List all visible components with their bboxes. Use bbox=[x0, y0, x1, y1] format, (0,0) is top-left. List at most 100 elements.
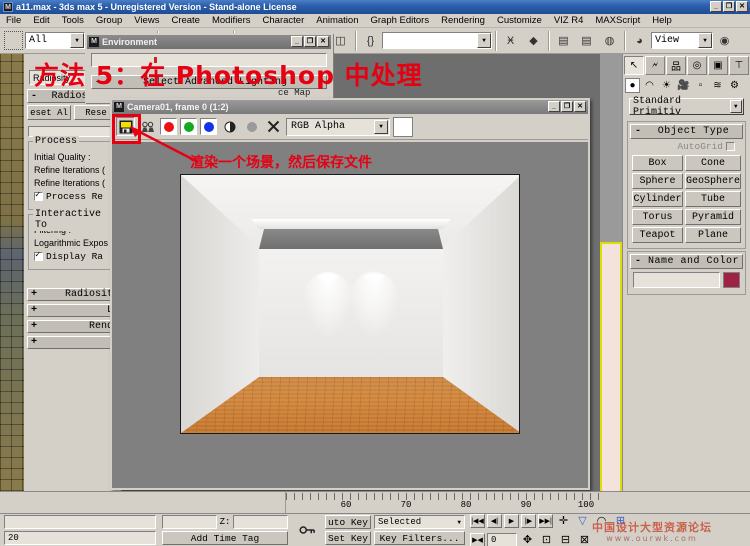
primitive-category-combo[interactable]: Standard Primitiv ▼ bbox=[629, 96, 744, 118]
named-selection-sets-icon[interactable]: {} bbox=[360, 30, 381, 51]
previous-frame-icon[interactable]: ◀| bbox=[487, 513, 502, 528]
coord-z-field[interactable] bbox=[233, 515, 288, 529]
reset-all-button[interactable]: eset Al bbox=[27, 105, 71, 120]
menu-item-edit[interactable]: Edit bbox=[27, 15, 55, 26]
systems-icon[interactable]: ⚙ bbox=[727, 78, 742, 93]
environment-minimize-button[interactable]: _ bbox=[291, 36, 303, 47]
environment-close-button[interactable]: ✕ bbox=[317, 36, 329, 47]
rendered-frame-close-button[interactable]: ✕ bbox=[574, 101, 586, 112]
background-color-swatch[interactable] bbox=[393, 116, 413, 137]
menu-item-file[interactable]: File bbox=[0, 15, 27, 26]
menu-item-group[interactable]: Group bbox=[90, 15, 128, 26]
rendered-frame-restore-button[interactable]: ❐ bbox=[561, 101, 573, 112]
monochrome-channel-button[interactable] bbox=[220, 117, 239, 136]
lock-selection-icon[interactable] bbox=[298, 522, 316, 539]
zoom-all-icon[interactable]: ⊟ bbox=[557, 531, 574, 546]
key-filters-button[interactable]: Key Filters... bbox=[374, 531, 465, 545]
name-and-color-header[interactable]: - Name and Color bbox=[630, 254, 743, 269]
rendered-frame-minimize-button[interactable]: _ bbox=[548, 101, 560, 112]
key-mode-toggle-icon[interactable]: ▶◀ bbox=[470, 532, 485, 546]
rollout-expand-icon[interactable]: + bbox=[28, 337, 40, 348]
rollout-expand-icon[interactable]: + bbox=[28, 321, 40, 332]
timeline-bar[interactable]: 60 70 80 90 100 bbox=[0, 491, 750, 514]
clear-button[interactable] bbox=[264, 117, 283, 136]
rollout-expand-icon[interactable]: + bbox=[28, 305, 40, 316]
object-name-input[interactable] bbox=[633, 272, 720, 288]
go-to-start-icon[interactable]: |◀◀ bbox=[470, 513, 485, 528]
menu-item-help[interactable]: Help bbox=[646, 15, 678, 26]
create-geosphere-button[interactable]: GeoSphere bbox=[684, 173, 741, 189]
current-frame-field[interactable]: 0 bbox=[487, 532, 517, 546]
object-color-swatch[interactable] bbox=[723, 272, 740, 288]
curve-editor-icon[interactable]: ▤ bbox=[576, 30, 597, 51]
restore-button[interactable]: ❐ bbox=[723, 1, 735, 12]
chevron-down-icon[interactable]: ▼ bbox=[457, 519, 461, 526]
helpers-icon[interactable]: ▫ bbox=[693, 78, 708, 93]
object-type-header[interactable]: - Object Type bbox=[630, 124, 743, 139]
rendered-frame-canvas[interactable] bbox=[112, 142, 588, 488]
create-tube-button[interactable]: Tube bbox=[684, 191, 741, 207]
geometry-icon[interactable]: ● bbox=[625, 78, 640, 93]
go-to-end-icon[interactable]: ▶▶| bbox=[538, 513, 553, 528]
environment-restore-button[interactable]: ❐ bbox=[304, 36, 316, 47]
rollout-toggle-icon[interactable]: - bbox=[631, 126, 645, 137]
shapes-icon[interactable]: ◠ bbox=[642, 78, 657, 93]
tab-create[interactable]: ↖ bbox=[624, 56, 644, 75]
display-radiosity-checkbox-row[interactable]: Display Ra bbox=[34, 251, 113, 262]
chevron-down-icon[interactable]: ▼ bbox=[70, 33, 84, 48]
rollout-toggle-icon[interactable]: - bbox=[28, 91, 40, 102]
menu-item-viz-r4[interactable]: VIZ R4 bbox=[548, 15, 590, 26]
create-torus-button[interactable]: Torus bbox=[632, 209, 683, 225]
chevron-down-icon[interactable]: ▼ bbox=[729, 100, 742, 113]
menu-item-maxscript[interactable]: MAXScript bbox=[589, 15, 646, 26]
mirror-selected-icon[interactable]: Ӿ bbox=[500, 30, 521, 51]
create-teapot-button[interactable]: Teapot bbox=[632, 227, 683, 243]
rollout-light-painting[interactable]: + L bbox=[27, 304, 118, 317]
viewport-left-strip[interactable] bbox=[0, 54, 24, 491]
tab-hierarchy[interactable]: 品 bbox=[666, 56, 686, 75]
menu-item-tools[interactable]: Tools bbox=[56, 15, 90, 26]
channel-dropdown[interactable]: RGB Alpha ▼ bbox=[286, 117, 390, 136]
auto-key-button[interactable]: uto Key bbox=[325, 515, 371, 529]
cameras-icon[interactable]: 🎥 bbox=[676, 78, 691, 93]
alpha-channel-button[interactable] bbox=[242, 117, 261, 136]
space-warps-icon[interactable]: ≋ bbox=[710, 78, 725, 93]
minimize-button[interactable]: _ bbox=[710, 1, 722, 12]
min-max-toggle-icon[interactable]: ⊞ bbox=[612, 512, 629, 529]
process-refine-checkbox-row[interactable]: Process Re bbox=[34, 191, 113, 202]
rollout-rendering-parameters[interactable]: + Rend bbox=[27, 320, 118, 333]
lights-icon[interactable]: ☀ bbox=[659, 78, 674, 93]
menu-item-views[interactable]: Views bbox=[128, 15, 165, 26]
close-button[interactable]: ✕ bbox=[736, 1, 748, 12]
menu-item-rendering[interactable]: Rendering bbox=[435, 15, 491, 26]
tab-display[interactable]: ▣ bbox=[708, 56, 728, 75]
maximize-viewport-icon[interactable]: ⊠ bbox=[576, 531, 593, 546]
create-pyramid-button[interactable]: Pyramid bbox=[684, 209, 741, 225]
add-time-tag-button[interactable]: Add Time Tag bbox=[162, 531, 288, 545]
coord-x-field[interactable] bbox=[162, 515, 217, 529]
create-cylinder-button[interactable]: Cylinder bbox=[632, 191, 683, 207]
chevron-down-icon[interactable]: ▼ bbox=[374, 119, 388, 134]
arc-rotate-icon[interactable]: ◠ bbox=[593, 512, 610, 529]
tab-modify[interactable]: 🗲 bbox=[645, 56, 665, 75]
menu-item-modifiers[interactable]: Modifiers bbox=[206, 15, 257, 26]
menu-item-create[interactable]: Create bbox=[165, 15, 206, 26]
key-mode-combo[interactable]: Selected ▼ bbox=[374, 515, 465, 529]
zoom-icon[interactable]: ✛ bbox=[555, 512, 572, 529]
rollout-expand-icon[interactable]: + bbox=[28, 289, 40, 300]
named-selection-sets-combo[interactable]: ▼ bbox=[382, 32, 492, 49]
chevron-down-icon[interactable]: ▼ bbox=[477, 33, 491, 48]
autogrid-row[interactable]: AutoGrid bbox=[630, 139, 743, 154]
pan-icon[interactable]: ✥ bbox=[519, 531, 536, 546]
menu-item-customize[interactable]: Customize bbox=[491, 15, 548, 26]
zoom-extents-icon[interactable]: ⊡ bbox=[538, 531, 555, 546]
checkbox-icon[interactable] bbox=[34, 191, 43, 201]
blue-channel-button[interactable] bbox=[200, 118, 217, 135]
field-of-view-icon[interactable]: ▽ bbox=[574, 512, 591, 529]
align-icon[interactable]: ◆ bbox=[523, 30, 544, 51]
quick-render-icon[interactable]: ◉ bbox=[714, 30, 735, 51]
create-sphere-button[interactable]: Sphere bbox=[632, 173, 683, 189]
create-cone-button[interactable]: Cone bbox=[684, 155, 741, 171]
menu-item-animation[interactable]: Animation bbox=[310, 15, 364, 26]
rollout-extra[interactable]: + bbox=[27, 336, 118, 349]
